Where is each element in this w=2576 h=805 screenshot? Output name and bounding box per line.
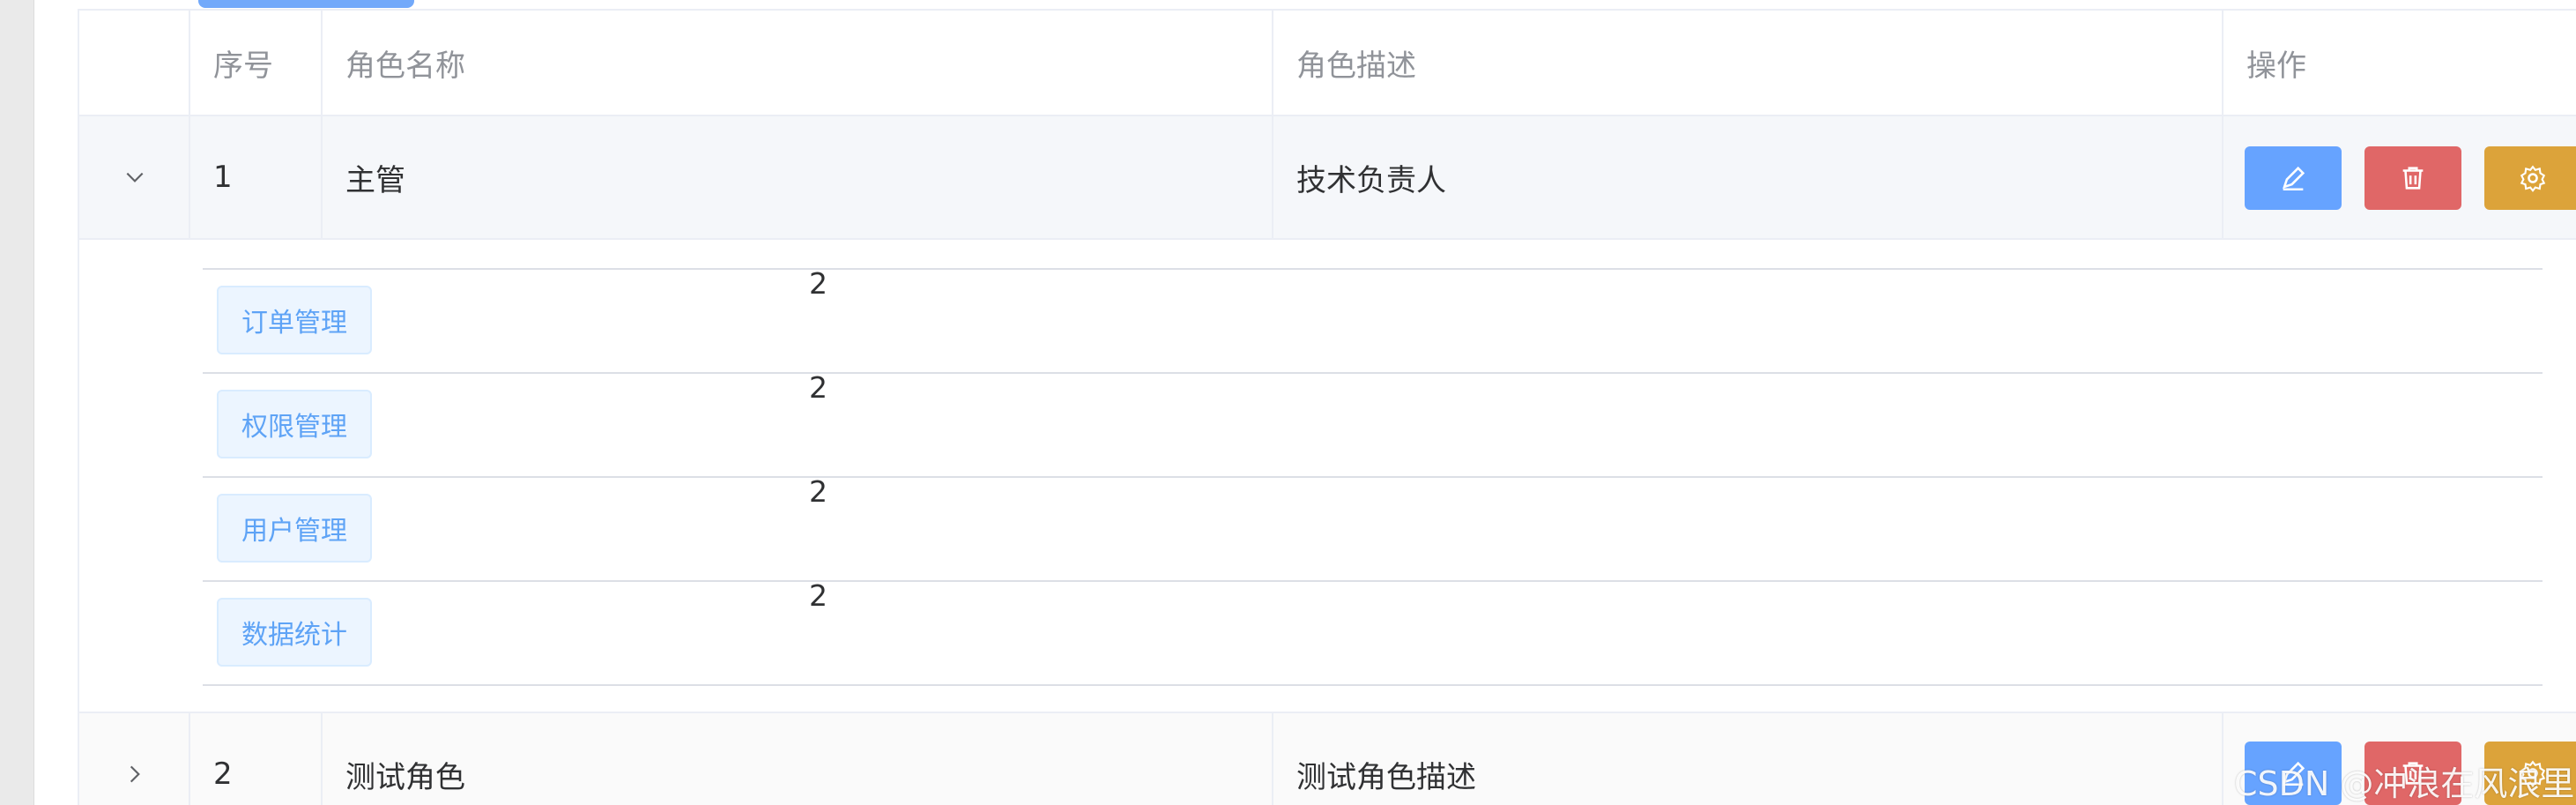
row-index: 2 (213, 757, 233, 792)
left-panel-shade (0, 0, 34, 805)
top-toolbar-button[interactable] (198, 0, 414, 8)
row-actions (2223, 116, 2576, 238)
row-role-name: 主管 (345, 162, 405, 198)
permission-row: 数据统计 2 (203, 578, 2543, 686)
expand-toggle[interactable] (79, 116, 190, 238)
row-role-name: 测试角色 (345, 759, 465, 795)
permission-row: 权限管理 2 (203, 370, 2543, 478)
table-row: 2 测试角色 测试角色描述 (79, 713, 2576, 805)
header-role-name: 角色名称 (345, 48, 465, 84)
permission-tag[interactable]: 权限管理 (217, 390, 372, 458)
row-role-desc: 测试角色描述 (1296, 759, 1476, 795)
edit-button[interactable] (2245, 146, 2342, 210)
header-expand-cell (79, 11, 190, 115)
roles-table: 序号 角色名称 角色描述 操作 1 主管 技术负责人 订单管理 2 权限管理 2… (78, 9, 2576, 805)
header-actions: 操作 (2246, 48, 2306, 84)
table-row: 1 主管 技术负责人 (79, 116, 2576, 240)
delete-button[interactable] (2364, 146, 2461, 210)
header-role-desc: 角色描述 (1296, 48, 1416, 84)
permission-count: 2 (809, 266, 828, 301)
permission-tag[interactable]: 订单管理 (217, 286, 372, 354)
settings-button[interactable] (2484, 146, 2576, 210)
settings-icon (2520, 165, 2546, 192)
permission-row: 用户管理 2 (203, 474, 2543, 582)
row-index: 1 (213, 160, 233, 195)
permission-tag[interactable]: 用户管理 (217, 494, 372, 563)
edit-icon (2283, 166, 2305, 191)
permission-count: 2 (809, 578, 828, 613)
table-header: 序号 角色名称 角色描述 操作 (79, 11, 2576, 116)
header-index: 序号 (213, 48, 273, 84)
row-role-desc: 技术负责人 (1296, 162, 1446, 198)
expand-toggle[interactable] (79, 742, 190, 805)
expanded-permissions: 订单管理 2 权限管理 2 用户管理 2 数据统计 2 (79, 240, 2576, 713)
permission-row: 订单管理 2 (203, 266, 2543, 374)
delete-icon (2402, 167, 2424, 190)
watermark: CSDN @冲浪在风浪里 (2234, 764, 2575, 803)
permission-count: 2 (809, 370, 828, 405)
permission-tag[interactable]: 数据统计 (217, 598, 372, 667)
chevron-down-icon (126, 172, 144, 183)
chevron-right-icon (130, 765, 140, 783)
permission-count: 2 (809, 474, 828, 509)
